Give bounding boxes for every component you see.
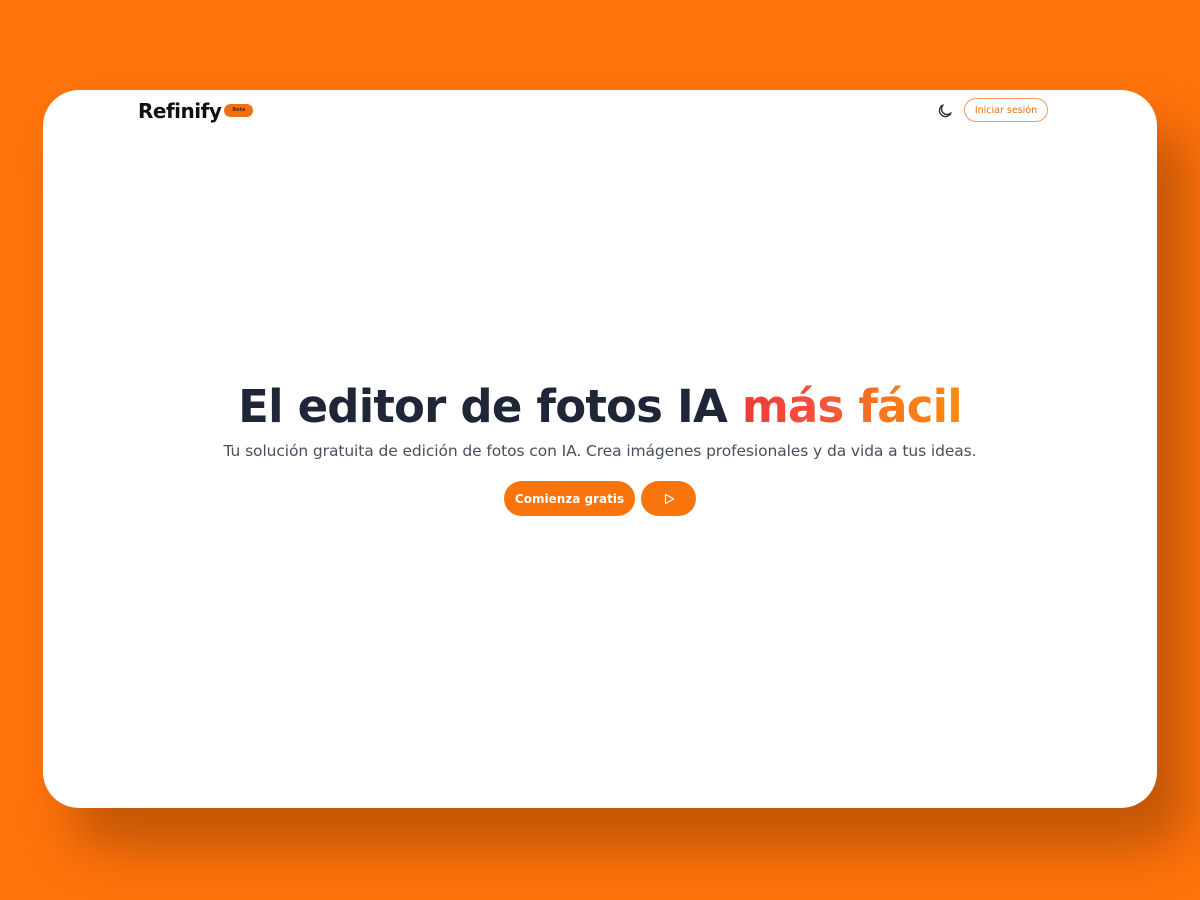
hero-subtitle: Tu solución gratuita de edición de fotos…: [223, 442, 977, 460]
hero-section: El editor de fotos IA más fácil Tu soluc…: [43, 378, 1157, 516]
beta-badge: Beta: [224, 103, 254, 117]
hero-title-highlight: más fácil: [741, 380, 963, 433]
hero-title-main: El editor de fotos IA: [238, 380, 742, 433]
app-window: Refinify Beta Iniciar sesión El editor d…: [43, 90, 1157, 808]
play-video-button[interactable]: [641, 481, 696, 516]
cta-row: Comienza gratis: [43, 481, 1157, 516]
moon-icon[interactable]: [936, 102, 954, 120]
logo[interactable]: Refinify Beta: [138, 99, 254, 123]
start-free-button[interactable]: Comienza gratis: [504, 481, 635, 516]
hero-title: El editor de fotos IA más fácil: [43, 378, 1157, 436]
brand-name: Refinify: [138, 99, 222, 123]
navbar: Refinify Beta Iniciar sesión: [43, 90, 1157, 134]
login-button[interactable]: Iniciar sesión: [964, 98, 1048, 122]
play-icon: [662, 492, 676, 506]
